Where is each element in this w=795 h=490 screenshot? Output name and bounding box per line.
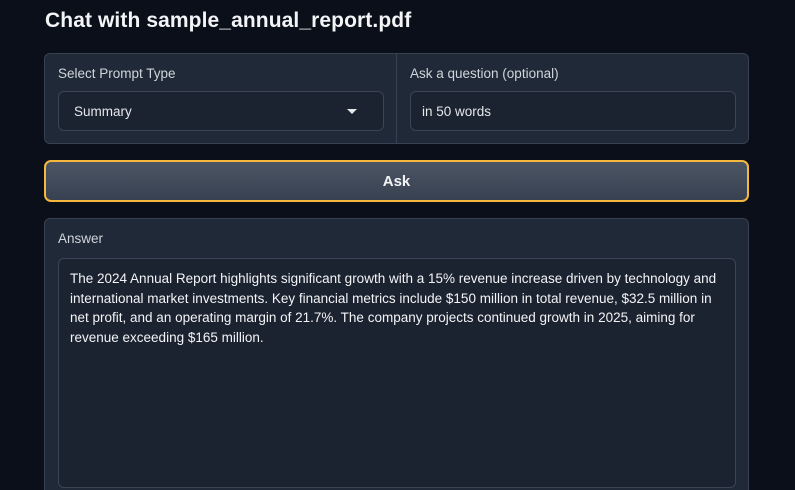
question-label: Ask a question (optional) <box>410 66 559 81</box>
prompt-type-label: Select Prompt Type <box>58 66 176 81</box>
prompt-type-dropdown[interactable]: Summary <box>58 91 384 131</box>
question-input-value[interactable]: in 50 words <box>422 104 721 119</box>
answer-label: Answer <box>58 231 104 246</box>
question-block: Ask a question (optional) in 50 words <box>396 54 748 143</box>
question-input[interactable]: in 50 words <box>410 91 736 131</box>
ask-button[interactable]: Ask <box>44 160 749 202</box>
answer-panel: Answer The 2024 Annual Report highlights… <box>44 218 749 490</box>
prompt-type-block: Select Prompt Type Summary <box>45 54 396 143</box>
chevron-down-icon[interactable] <box>347 108 357 114</box>
page: Chat with sample_annual_report.pdf Selec… <box>0 0 795 490</box>
input-row: Select Prompt Type Summary Ask a questio… <box>44 53 749 144</box>
answer-text: The 2024 Annual Report highlights signif… <box>70 271 717 346</box>
prompt-type-selected: Summary <box>74 103 132 119</box>
page-title: Chat with sample_annual_report.pdf <box>45 9 412 32</box>
answer-textbox[interactable]: The 2024 Annual Report highlights signif… <box>58 258 736 488</box>
